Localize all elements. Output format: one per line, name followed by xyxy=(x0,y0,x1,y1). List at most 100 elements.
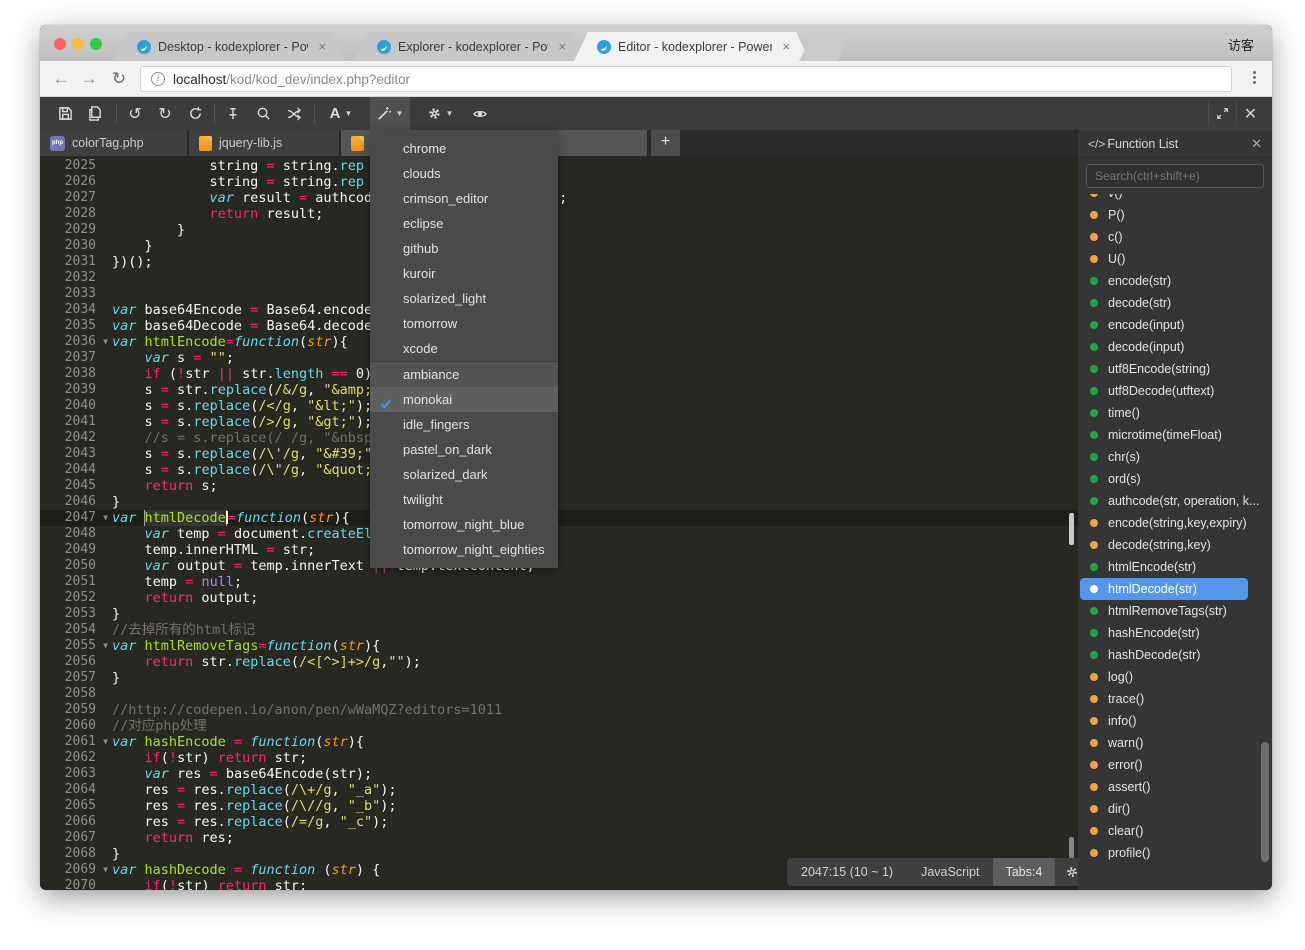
code-line[interactable]: 2066 res = res.replace(/=/g, "_c"); xyxy=(40,814,1078,830)
code-line[interactable]: 2026 string = string.rep xyxy=(40,174,1078,190)
gutter-line-number[interactable]: 2055 ▼ xyxy=(40,638,112,654)
function-list-item[interactable]: encode(input) xyxy=(1078,314,1264,336)
gutter-line-number[interactable]: 2037 xyxy=(40,350,112,366)
gutter-line-number[interactable]: 2026 xyxy=(40,174,112,190)
editor-scrollbar-thumb[interactable] xyxy=(1069,513,1074,545)
gutter-line-number[interactable]: 2056 xyxy=(40,654,112,670)
gutter-line-number[interactable]: 2069 ▼ xyxy=(40,862,112,878)
fold-arrow-icon[interactable]: ▼ xyxy=(103,734,108,750)
gutter-line-number[interactable]: 2050 xyxy=(40,558,112,574)
gutter-line-number[interactable]: 2029 xyxy=(40,222,112,238)
refresh-icon[interactable] xyxy=(182,97,208,130)
gutter-line-number[interactable]: 2034 xyxy=(40,302,112,318)
gutter-line-number[interactable]: 2041 xyxy=(40,414,112,430)
gutter-line-number[interactable]: 2049 xyxy=(40,542,112,558)
code-line[interactable]: 2053} xyxy=(40,606,1078,622)
search-icon[interactable] xyxy=(250,97,276,130)
code-line[interactable]: 2052 return output; xyxy=(40,590,1078,606)
collapse-arrows-icon[interactable] xyxy=(1208,101,1236,126)
back-icon[interactable]: ← xyxy=(48,66,74,92)
gutter-line-number[interactable]: 2044 xyxy=(40,462,112,478)
gutter-line-number[interactable]: 2052 xyxy=(40,590,112,606)
gutter-line-number[interactable]: 2038 xyxy=(40,366,112,382)
gutter-line-number[interactable]: 2047 ▼ xyxy=(40,510,112,526)
fold-arrow-icon[interactable]: ▼ xyxy=(103,334,108,350)
gutter-line-number[interactable]: 2046 xyxy=(40,494,112,510)
code-line[interactable]: 2067 return res; xyxy=(40,830,1078,846)
code-line[interactable]: 2062 if(!str) return str; xyxy=(40,750,1078,766)
code-line[interactable]: 2045 return s; xyxy=(40,478,1078,494)
theme-menu-item[interactable]: crimson_editor xyxy=(370,186,558,211)
undo-icon[interactable]: ↺ xyxy=(122,97,148,130)
gutter-line-number[interactable]: 2045 xyxy=(40,478,112,494)
gutter-line-number[interactable]: 2057 xyxy=(40,670,112,686)
redo-icon[interactable]: ↻ xyxy=(152,97,178,130)
theme-menu-item[interactable]: ambiance xyxy=(370,362,558,387)
gutter-line-number[interactable]: 2042 xyxy=(40,430,112,446)
gutter-line-number[interactable]: 2067 xyxy=(40,830,112,846)
preview-eye-icon[interactable] xyxy=(466,97,494,130)
code-line[interactable]: 2050 var output = temp.innerText || temp… xyxy=(40,558,1078,574)
code-line[interactable]: 2036 ▼ var htmlEncode=function(str){ xyxy=(40,334,1078,350)
code-line[interactable]: 2047 ▼ var htmlDecode =function(str){ xyxy=(40,510,1078,526)
gutter-line-number[interactable]: 2030 xyxy=(40,238,112,254)
window-close-button[interactable] xyxy=(54,38,66,50)
theme-menu-item[interactable]: tomorrow xyxy=(370,311,558,336)
gutter-line-number[interactable]: 2062 xyxy=(40,750,112,766)
code-line[interactable]: 2065 res = res.replace(/\//g, "_b"); xyxy=(40,798,1078,814)
new-browser-tab-button[interactable] xyxy=(799,35,851,61)
function-list-item[interactable]: time() xyxy=(1078,402,1264,424)
theme-menu-item[interactable]: twilight xyxy=(370,487,558,512)
browser-menu-icon[interactable] xyxy=(1246,69,1262,86)
gutter-line-number[interactable]: 2070 xyxy=(40,878,112,890)
settings-gear-button[interactable]: ▼ xyxy=(420,97,460,130)
function-list-item[interactable]: hashEncode(str) xyxy=(1078,622,1264,644)
function-list-item[interactable]: encode(string,key,expiry) xyxy=(1078,512,1264,534)
function-list-item[interactable]: trace() xyxy=(1078,688,1264,710)
theme-menu-item[interactable]: solarized_light xyxy=(370,286,558,311)
new-file-tab-button[interactable]: + xyxy=(650,130,680,156)
theme-menu-item[interactable]: github xyxy=(370,236,558,261)
close-icon[interactable]: ✕ xyxy=(1251,136,1262,152)
function-list-item[interactable]: warn() xyxy=(1078,732,1264,754)
close-icon[interactable]: ✕ xyxy=(1236,101,1264,126)
save-icon[interactable] xyxy=(52,97,78,130)
function-list-item[interactable]: decode(input) xyxy=(1078,336,1264,358)
window-zoom-button[interactable] xyxy=(90,38,102,50)
gutter-line-number[interactable]: 2040 xyxy=(40,398,112,414)
theme-menu-item[interactable]: clouds xyxy=(370,161,558,186)
tab-close-icon[interactable]: × xyxy=(782,39,790,54)
code-line[interactable]: 2034 var base64Encode = Base64.encode; xyxy=(40,302,1078,318)
code-line[interactable]: 2028 return result; xyxy=(40,206,1078,222)
fold-arrow-icon[interactable]: ▼ xyxy=(103,862,108,878)
theme-menu-item[interactable]: chrome xyxy=(370,136,558,161)
gutter-line-number[interactable]: 2068 xyxy=(40,846,112,862)
code-line[interactable]: 2044 s = s.replace(/\"/g, "&quot;"); xyxy=(40,462,1078,478)
gutter-line-number[interactable]: 2058 xyxy=(40,686,112,702)
gutter-line-number[interactable]: 2061 ▼ xyxy=(40,734,112,750)
forward-icon[interactable]: → xyxy=(76,66,102,92)
theme-menu-item[interactable]: monokai xyxy=(370,387,558,412)
code-editor[interactable]: 2025 string = string.rep 2026 string = st… xyxy=(40,156,1078,890)
page-info-icon[interactable]: i xyxy=(151,72,165,86)
function-list-item[interactable]: error() xyxy=(1078,754,1264,776)
code-line[interactable]: 2051 temp = null; xyxy=(40,574,1078,590)
function-list-item[interactable]: c() xyxy=(1078,226,1264,248)
function-list-item[interactable]: dir() xyxy=(1078,798,1264,820)
function-list-item[interactable]: U() xyxy=(1078,248,1264,270)
code-line[interactable]: 2049 temp.innerHTML = str; xyxy=(40,542,1078,558)
code-line[interactable]: 2056 return str.replace(/<[^>]+>/g,""); xyxy=(40,654,1078,670)
code-line[interactable]: 2030 } xyxy=(40,238,1078,254)
gutter-line-number[interactable]: 2053 xyxy=(40,606,112,622)
gutter-line-number[interactable]: 2039 xyxy=(40,382,112,398)
browser-tab-desktop[interactable]: Desktop - kodexplorer - Power × xyxy=(114,32,346,61)
gutter-line-number[interactable]: 2031 xyxy=(40,254,112,270)
shuffle-icon[interactable] xyxy=(280,97,308,130)
code-line[interactable]: 2048 var temp = document.createElement("… xyxy=(40,526,1078,542)
function-list-item[interactable]: htmlDecode(str) xyxy=(1080,578,1248,600)
theme-menu-item[interactable]: kuroir xyxy=(370,261,558,286)
function-list-item[interactable]: assert() xyxy=(1078,776,1264,798)
function-search-input[interactable] xyxy=(1086,164,1264,188)
function-list-item[interactable]: utf8Decode(utftext) xyxy=(1078,380,1264,402)
function-list-item[interactable]: info() xyxy=(1078,710,1264,732)
